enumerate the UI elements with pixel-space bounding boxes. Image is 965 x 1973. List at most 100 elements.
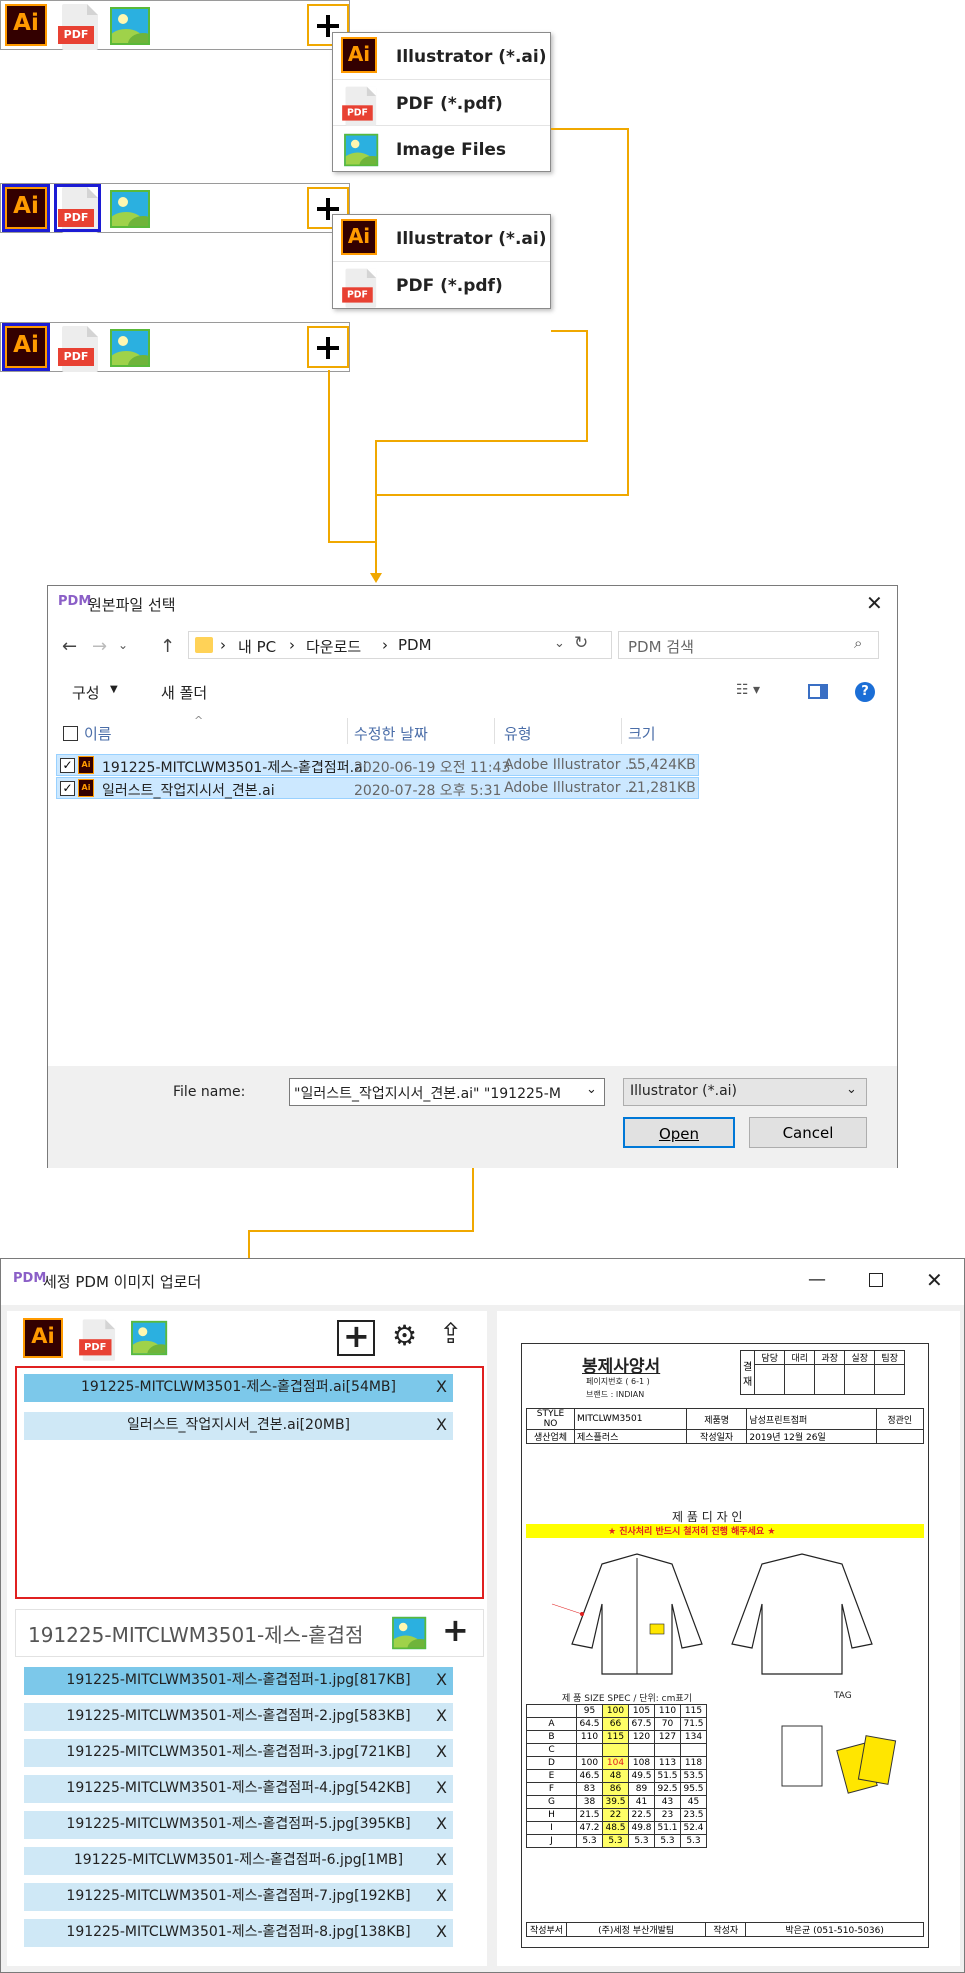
image-icon	[344, 132, 380, 168]
menu-item-label: PDF (*.pdf)	[396, 276, 503, 296]
chevron-down-icon: ⌄	[846, 1082, 857, 1097]
file-checkbox[interactable]: ✓	[60, 781, 75, 796]
minimize-icon[interactable]: —	[808, 1269, 826, 1290]
column-divider	[621, 718, 622, 744]
open-button[interactable]: Open	[623, 1117, 735, 1148]
search-placeholder: PDM 검색	[628, 638, 694, 656]
pdf-icon[interactable]: PDF	[58, 4, 100, 52]
back-icon[interactable]: ←	[62, 636, 77, 657]
filetype-select[interactable]: Illustrator (*.ai) ⌄	[623, 1078, 867, 1106]
chevron-down-icon[interactable]: ⌄	[554, 636, 565, 651]
chevron-down-icon[interactable]: ⌄	[586, 1082, 597, 1097]
list-item[interactable]: 일러스트_작업지시서_견본.ai[20MB] X	[24, 1412, 453, 1440]
pdf-icon[interactable]: PDF	[58, 326, 100, 374]
help-icon[interactable]: ?	[855, 682, 875, 702]
gear-icon[interactable]: ⚙	[392, 1319, 417, 1352]
remove-icon[interactable]: X	[436, 1739, 447, 1765]
select-all-checkbox[interactable]	[63, 726, 78, 741]
list-item[interactable]: 191225-MITCLWM3501-제스-홑겹점퍼-7.jpg[192KB] …	[24, 1883, 453, 1911]
warning-text: ★ 진사처리 반드시 철저히 진행 해주세요 ★	[608, 1527, 776, 1537]
breadcrumb-sep: ›	[289, 636, 295, 654]
list-item[interactable]: 191225-MITCLWM3501-제스-홑겹점퍼-8.jpg[138KB] …	[24, 1919, 453, 1947]
remove-icon[interactable]: X	[436, 1919, 447, 1945]
preview-pane-icon[interactable]	[808, 684, 828, 699]
connector-line	[551, 330, 588, 332]
image-icon[interactable]	[131, 1319, 169, 1357]
refresh-icon[interactable]: ↻	[574, 633, 588, 653]
search-icon[interactable]: ⌕	[854, 634, 862, 652]
breadcrumb-sep: ›	[220, 636, 226, 654]
list-item[interactable]: 191225-MITCLWM3501-제스-홑겹점퍼-3.jpg[721KB] …	[24, 1739, 453, 1767]
image-icon[interactable]	[110, 327, 152, 369]
breadcrumb-item[interactable]: 다운로드	[306, 636, 361, 657]
file-checkbox[interactable]: ✓	[60, 758, 75, 773]
forward-icon[interactable]: →	[92, 636, 107, 657]
toolbar-strip-1	[0, 0, 350, 50]
add-file-button[interactable]	[307, 326, 349, 368]
ai-icon[interactable]: Ai	[5, 4, 47, 46]
organize-button[interactable]: 구성	[72, 682, 100, 703]
connector-line	[248, 1230, 474, 1232]
approval-table: 결재 담당 대리 과장 실장 팀장	[739, 1350, 906, 1395]
close-icon[interactable]: ✕	[866, 591, 883, 615]
view-options-icon[interactable]: ☷ ▾	[736, 682, 760, 698]
remove-icon[interactable]: X	[436, 1412, 447, 1438]
pdf-icon: PDF	[342, 268, 378, 310]
file-size: 21,281KB	[628, 780, 696, 796]
list-item[interactable]: 191225-MITCLWM3501-제스-홑겹점퍼-2.jpg[583KB] …	[24, 1703, 453, 1731]
remove-icon[interactable]: X	[436, 1703, 447, 1729]
new-folder-button[interactable]: 새 폴더	[161, 682, 207, 703]
menu-item-pdf[interactable]: PDF PDF (*.pdf)	[333, 262, 550, 309]
list-item[interactable]: 191225-MITCLWM3501-제스-홑겹점퍼.ai[54MB] X	[24, 1374, 453, 1402]
remove-icon[interactable]: X	[436, 1775, 447, 1801]
list-item[interactable]: 191225-MITCLWM3501-제스-홑겹점퍼-5.jpg[395KB] …	[24, 1811, 453, 1839]
column-header-size[interactable]: 크기	[628, 723, 656, 744]
ai-icon[interactable]: Ai	[23, 1318, 63, 1358]
file-type: Adobe Illustrator ...	[504, 780, 639, 796]
column-header-type[interactable]: 유형	[504, 723, 532, 744]
remove-icon[interactable]: X	[436, 1667, 447, 1693]
arrow-down-icon	[370, 573, 382, 583]
pdf-icon[interactable]: PDF	[79, 1319, 117, 1362]
filename-input[interactable]: "일러스트_작업지시서_견본.ai" "191225-M ⌄	[289, 1078, 605, 1106]
breadcrumb-item[interactable]: 내 PC	[238, 636, 276, 657]
image-icon[interactable]	[110, 188, 152, 230]
maximize-icon[interactable]	[869, 1273, 883, 1287]
uploader-window: PDM 세정 PDM 이미지 업로더 — ✕ Ai PDF + ⚙ ⇪ 1912…	[0, 1258, 965, 1973]
breadcrumb-item[interactable]: PDM	[398, 636, 432, 654]
pdm-logo-icon: PDM	[58, 594, 92, 609]
menu-item-images[interactable]: Image Files	[333, 126, 550, 172]
add-image-icon[interactable]: +	[442, 1611, 469, 1649]
list-item[interactable]: 191225-MITCLWM3501-제스-홑겹점퍼-4.jpg[542KB] …	[24, 1775, 453, 1803]
column-header-name[interactable]: 이름	[84, 723, 112, 744]
list-item[interactable]: 191225-MITCLWM3501-제스-홑겹점퍼-6.jpg[1MB] X	[24, 1847, 453, 1875]
upload-icon[interactable]: ⇪	[439, 1317, 462, 1350]
remove-icon[interactable]: X	[436, 1847, 447, 1873]
cancel-button[interactable]: Cancel	[749, 1117, 867, 1148]
menu-item-pdf[interactable]: PDF PDF (*.pdf)	[333, 80, 550, 126]
image-icon[interactable]	[110, 5, 152, 47]
remove-icon[interactable]: X	[436, 1374, 447, 1400]
file-date: 2020-06-19 오전 11:43	[354, 760, 511, 776]
remove-icon[interactable]: X	[436, 1811, 447, 1837]
spec-sheet-preview: 봉제사양서 페이지번호 ( 6-1 ) 브랜드 : INDIAN 결재 담당 대리 과…	[521, 1343, 929, 1948]
column-divider	[347, 718, 348, 744]
remove-icon[interactable]: X	[436, 1883, 447, 1909]
list-item[interactable]: 191225-MITCLWM3501-제스-홑겹점퍼-1.jpg[817KB] …	[24, 1667, 453, 1695]
menu-item-label: Image Files	[396, 140, 507, 160]
file-type: Adobe Illustrator ...	[504, 757, 639, 773]
connector-line	[375, 494, 629, 496]
sheet-title: 봉제사양서	[582, 1357, 661, 1377]
chevron-down-icon[interactable]: ⌄	[118, 638, 128, 652]
menu-item-label: Illustrator (*.ai)	[396, 229, 547, 249]
menu-item-illustrator[interactable]: Ai Illustrator (*.ai)	[333, 215, 550, 262]
menu-item-label: Illustrator (*.ai)	[396, 47, 547, 67]
up-icon[interactable]: ↑	[160, 636, 175, 657]
file-type-menu-1: Ai Illustrator (*.ai) PDF PDF (*.pdf) Im…	[332, 32, 551, 172]
menu-item-illustrator[interactable]: Ai Illustrator (*.ai)	[333, 33, 550, 80]
spec-title: 제 품 SIZE SPEC / 단위: cm표기	[562, 1694, 692, 1704]
image-icon[interactable]	[392, 1615, 428, 1651]
column-header-date[interactable]: 수정한 날짜	[354, 723, 428, 744]
close-icon[interactable]: ✕	[926, 1268, 943, 1292]
file-type-menu-2: Ai Illustrator (*.ai) PDF PDF (*.pdf)	[332, 214, 551, 309]
